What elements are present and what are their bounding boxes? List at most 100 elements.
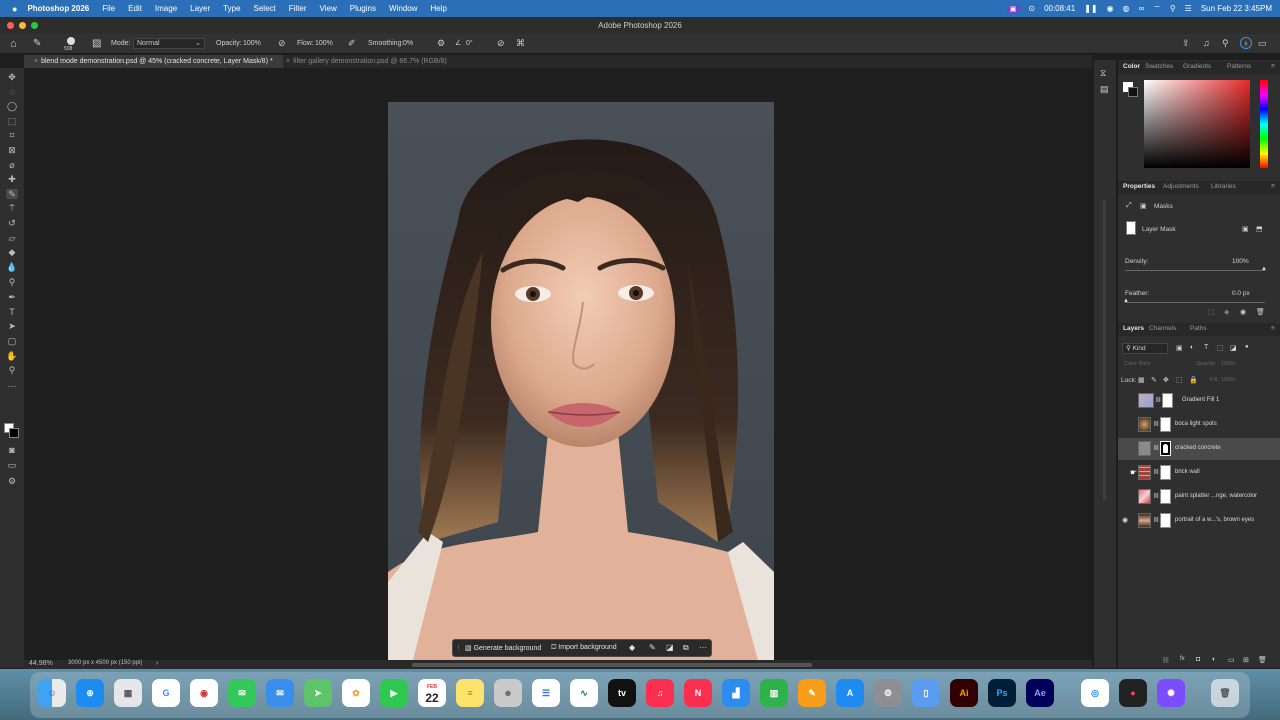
visibility-toggle[interactable] bbox=[1123, 492, 1131, 500]
smoothing-options-gear-icon[interactable]: ⚙ bbox=[437, 38, 445, 49]
crop-tool-icon[interactable]: ⌗ bbox=[6, 130, 18, 140]
hand-tool-icon[interactable]: ✋ bbox=[6, 351, 18, 361]
clock-datetime[interactable]: Sun Feb 22 3:45PM bbox=[1201, 4, 1272, 13]
add-vector-mask-icon[interactable]: ⬒ bbox=[1256, 225, 1263, 233]
type-tool-icon[interactable]: T bbox=[6, 307, 18, 317]
layer-row-paint-splatter[interactable]: ⛓ paint splatter ...nge, watercolor bbox=[1118, 486, 1280, 508]
pixel-mask-icon[interactable]: ⤢ bbox=[1126, 202, 1132, 210]
color-picker-field[interactable] bbox=[1144, 80, 1250, 168]
photoshop-icon[interactable]: Ps bbox=[988, 679, 1016, 707]
search-icon[interactable]: ⚲ bbox=[1170, 4, 1176, 13]
artboard-tool-icon[interactable]: ◌ bbox=[6, 87, 18, 97]
fill-icon[interactable]: ◆ bbox=[629, 643, 635, 652]
pressure-size-icon[interactable]: ⊘ bbox=[497, 38, 505, 49]
fill-value[interactable]: 100% bbox=[1221, 377, 1235, 383]
paint-bucket-tool-icon[interactable]: ◆ bbox=[6, 247, 18, 257]
lock-image-icon[interactable]: ✎ bbox=[1151, 376, 1157, 384]
creative-cloud-icon[interactable]: ∞ bbox=[1139, 4, 1145, 13]
new-layer-icon[interactable]: ⊞ bbox=[1243, 656, 1249, 664]
layer-row-boca-light-spots[interactable]: ⛓ boca light spots bbox=[1118, 414, 1280, 436]
panel-menu-icon[interactable]: ≡ bbox=[1271, 325, 1275, 332]
menu-image[interactable]: Image bbox=[155, 4, 177, 13]
brush-preset-picker[interactable]: 508 bbox=[64, 37, 75, 52]
zoom-tool-icon[interactable]: ⚲ bbox=[6, 365, 18, 375]
share-icon[interactable]: ⇪ bbox=[1182, 38, 1190, 49]
dodge-tool-icon[interactable]: ⚲ bbox=[6, 277, 18, 287]
layer-mask-thumbnail[interactable] bbox=[1160, 417, 1171, 432]
tab-filter-gallery-demonstration[interactable]: × filter gallery demonstration.psd @ 66.7… bbox=[276, 55, 457, 68]
system-settings-gear-icon[interactable]: ⚙ bbox=[874, 679, 902, 707]
tab-layers[interactable]: Layers bbox=[1123, 325, 1144, 332]
clone-stamp-tool-icon[interactable]: ⍑ bbox=[6, 203, 18, 213]
invert-icon[interactable]: ◪ bbox=[666, 643, 674, 652]
layer-mask-thumbnail[interactable] bbox=[1160, 489, 1171, 504]
visibility-toggle[interactable] bbox=[1123, 420, 1131, 428]
home-icon[interactable]: ⌂ bbox=[10, 38, 17, 50]
mask-options-icon[interactable]: ⧉ bbox=[683, 643, 689, 653]
minimize-window-icon[interactable] bbox=[19, 22, 26, 29]
tab-adjustments[interactable]: Adjustments bbox=[1163, 183, 1199, 190]
notes-icon[interactable]: ≡ bbox=[456, 679, 484, 707]
messages-icon[interactable]: ✉ bbox=[228, 679, 256, 707]
tab-libraries[interactable]: Libraries bbox=[1211, 183, 1236, 190]
path-selection-tool-icon[interactable]: ➤ bbox=[6, 321, 18, 331]
filter-adjustment-icon[interactable]: ◐ bbox=[1190, 344, 1194, 351]
trash-icon[interactable]: 🗑 bbox=[1211, 679, 1239, 707]
move-tool-icon[interactable]: ✥ bbox=[6, 72, 18, 82]
apple-tv-icon[interactable]: tv bbox=[608, 679, 636, 707]
edit-toolbar-icon[interactable]: ⚙ bbox=[6, 476, 18, 486]
document-info[interactable]: 3000 px x 4500 px (150 ppi) bbox=[68, 660, 142, 666]
filter-shape-icon[interactable]: ⬚ bbox=[1217, 344, 1224, 352]
screen-recording-icon[interactable]: ▣ bbox=[1006, 4, 1020, 13]
link-icon[interactable]: ⛓ bbox=[1153, 445, 1159, 451]
recorder-icon[interactable]: ● bbox=[1119, 679, 1147, 707]
history-panel-icon[interactable]: ⧖ bbox=[1100, 68, 1106, 79]
link-icon[interactable]: ⛓ bbox=[1155, 397, 1161, 403]
grammarly-icon[interactable]: ◍ bbox=[1123, 4, 1130, 13]
facetime-icon[interactable]: ▶ bbox=[380, 679, 408, 707]
layer-row-cracked-concrete[interactable]: ⛓ cracked concrete bbox=[1118, 438, 1280, 460]
lock-all-icon[interactable]: 🔒 bbox=[1189, 376, 1198, 384]
portrait-canvas-image[interactable] bbox=[388, 102, 774, 660]
visibility-toggle[interactable] bbox=[1123, 396, 1131, 404]
chrome-icon[interactable]: ◉ bbox=[190, 679, 218, 707]
layer-mask-thumbnail-selected[interactable] bbox=[1160, 441, 1171, 456]
feather-value[interactable]: 0.0 px bbox=[1232, 290, 1250, 297]
screen-capture-icon[interactable]: ◎ bbox=[1081, 679, 1109, 707]
link-icon[interactable]: ⛓ bbox=[1153, 469, 1159, 475]
feather-slider[interactable] bbox=[1125, 302, 1265, 303]
tab-channels[interactable]: Channels bbox=[1149, 325, 1176, 332]
lock-transparent-icon[interactable]: ▦ bbox=[1138, 376, 1145, 384]
screen-mode-icon[interactable]: ▭ bbox=[6, 460, 18, 470]
link-layers-icon[interactable]: ⛓ bbox=[1162, 657, 1170, 664]
canvas-vertical-scrollbar[interactable] bbox=[1103, 200, 1106, 500]
delete-layer-trash-icon[interactable]: 🗑 bbox=[1258, 656, 1267, 664]
stopwatch-icon[interactable]: ⊙ bbox=[1028, 4, 1035, 13]
frame-tool-icon[interactable]: ⊠ bbox=[6, 145, 18, 155]
layer-mask-thumbnail[interactable] bbox=[1160, 513, 1171, 528]
smoothing-value[interactable]: 0% bbox=[403, 40, 413, 47]
opacity-value[interactable]: 100% bbox=[243, 40, 261, 47]
toggle-mask-eye-icon[interactable]: ◉ bbox=[1240, 308, 1246, 316]
background-color-swatch[interactable] bbox=[9, 428, 19, 438]
link-icon[interactable]: ⛓ bbox=[1153, 421, 1159, 427]
brush-tool-icon[interactable]: ✎ bbox=[33, 38, 41, 49]
perplexity-icon[interactable]: ✺ bbox=[1157, 679, 1185, 707]
object-selection-tool-icon[interactable]: ⬚ bbox=[6, 116, 18, 126]
filter-toggle-icon[interactable]: ● bbox=[1245, 344, 1249, 350]
background-color-chip[interactable] bbox=[1128, 87, 1138, 97]
mail-icon[interactable]: ✉ bbox=[266, 679, 294, 707]
search-icon[interactable]: ⚲ bbox=[1222, 38, 1229, 49]
tab-swatches[interactable]: Swatches bbox=[1145, 63, 1173, 70]
layer-row-brick-wall[interactable]: ☛ ⛓ brick wall bbox=[1118, 462, 1280, 484]
pen-tool-icon[interactable]: ✒ bbox=[6, 292, 18, 302]
brush-icon[interactable]: ✎ bbox=[649, 643, 656, 652]
app-store-icon[interactable]: A bbox=[836, 679, 864, 707]
menu-window[interactable]: Window bbox=[389, 4, 417, 13]
import-background-button[interactable]: ⛋ Import background bbox=[551, 644, 617, 652]
hue-slider[interactable] bbox=[1260, 80, 1268, 168]
flow-value[interactable]: 100% bbox=[315, 40, 333, 47]
tab-color[interactable]: Color bbox=[1123, 63, 1140, 70]
new-adjustment-layer-icon[interactable]: ◐ bbox=[1212, 656, 1216, 663]
lock-position-icon[interactable]: ✥ bbox=[1163, 376, 1169, 384]
